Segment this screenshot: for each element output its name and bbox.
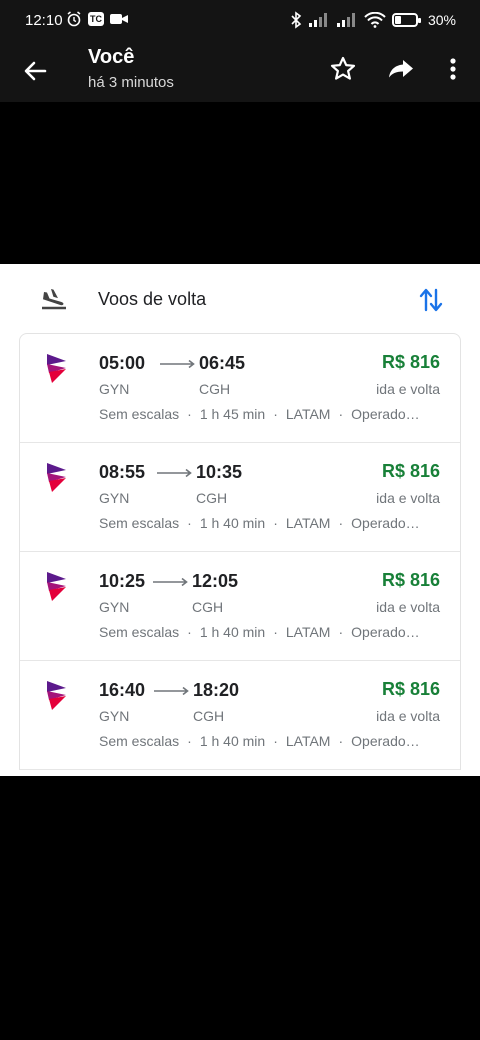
arrow-right-icon: [153, 577, 188, 587]
wifi-icon: [364, 12, 386, 28]
stops-text: Sem escalas: [99, 624, 180, 640]
flight-row[interactable]: 05:00 06:45 GYN CGH Sem escalas · 1 h 45 m…: [20, 334, 460, 443]
arrival-time: 12:05: [192, 571, 239, 591]
operator-text: Operado…: [351, 733, 420, 749]
price: R$ 816: [381, 461, 440, 481]
signal-2-icon: [336, 13, 355, 27]
arrival-airport: CGH: [196, 490, 228, 506]
battery-level: 30%: [427, 12, 456, 28]
operator-text: Operado…: [351, 406, 420, 422]
arrival-airport: CGH: [199, 381, 231, 397]
price: R$ 816: [381, 570, 440, 590]
airline-text: LATAM: [285, 624, 331, 640]
flights-panel: Voos de volta 05:00 06:45 GYN CGH Sem es…: [0, 264, 480, 776]
duration-text: 1 h 40 min: [199, 624, 266, 640]
flight-list: 05:00 06:45 GYN CGH Sem escalas · 1 h 45 m…: [19, 333, 461, 770]
arrival-time: 06:45: [199, 353, 246, 373]
status-time: 12:10: [25, 12, 63, 29]
arrow-right-icon: [157, 468, 192, 478]
signal-icon: [308, 13, 327, 27]
tc-badge-icon: TC: [88, 12, 104, 26]
alarm-icon: [67, 11, 81, 27]
flight-row[interactable]: 10:25 12:05 GYN CGH Sem escalas · 1 h 40 m…: [20, 552, 460, 661]
arrival-time: 18:20: [193, 680, 240, 700]
status-bar: 12:10 TC 30%: [0, 0, 480, 42]
flight-details: Sem escalas · 1 h 40 min · LATAM · Operado…: [99, 624, 420, 640]
flight-details: Sem escalas · 1 h 45 min · LATAM · Operado…: [99, 406, 420, 422]
departure-time: 08:55: [99, 462, 146, 482]
departure-time: 05:00: [99, 353, 146, 373]
airline-text: LATAM: [285, 406, 331, 422]
departure-time: 16:40: [99, 680, 146, 700]
flight-details: Sem escalas · 1 h 40 min · LATAM · Operado…: [99, 515, 420, 531]
arrow-back-icon[interactable]: [20, 56, 50, 86]
arrival-airport: CGH: [192, 599, 224, 615]
departure-airport: GYN: [99, 490, 130, 506]
return-flights-header: Voos de volta: [0, 264, 480, 334]
latam-logo-icon: [47, 681, 66, 710]
flight-row[interactable]: 08:55 10:35 GYN CGH Sem escalas · 1 h 40 m…: [20, 443, 460, 552]
bluetooth-icon: [291, 11, 302, 29]
arrow-right-icon: [154, 686, 189, 696]
section-label: Voos de volta: [98, 289, 207, 309]
departure-time: 10:25: [99, 571, 146, 591]
stops-text: Sem escalas: [99, 515, 180, 531]
stops-text: Sem escalas: [99, 733, 180, 749]
flight-row[interactable]: 16:40 18:20 GYN CGH Sem escalas · 1 h 40 m…: [20, 661, 460, 770]
airline-text: LATAM: [285, 515, 331, 531]
app-bar: Você há 3 minutos: [0, 42, 480, 102]
star-outline-icon[interactable]: [328, 54, 358, 84]
share-icon[interactable]: [386, 54, 416, 84]
battery-icon: [391, 13, 421, 27]
latam-logo-icon: [47, 463, 66, 492]
arrow-right-icon: [160, 359, 195, 369]
operator-text: Operado…: [351, 624, 420, 640]
stops-text: Sem escalas: [99, 406, 180, 422]
trip-type: ida e volta: [376, 599, 440, 615]
departure-airport: GYN: [99, 381, 130, 397]
flight-land-icon: [42, 289, 66, 310]
duration-text: 1 h 45 min: [199, 406, 266, 422]
more-vert-icon[interactable]: [438, 54, 468, 84]
video-camera-icon: [110, 14, 128, 24]
latam-logo-icon: [47, 572, 66, 601]
trip-type: ida e volta: [376, 490, 440, 506]
operator-text: Operado…: [351, 515, 420, 531]
page-subtitle: há 3 minutos: [88, 74, 174, 91]
trip-type: ida e volta: [376, 708, 440, 724]
duration-text: 1 h 40 min: [199, 515, 266, 531]
latam-logo-icon: [47, 354, 66, 383]
arrival-time: 10:35: [196, 462, 243, 482]
duration-text: 1 h 40 min: [199, 733, 266, 749]
price: R$ 816: [381, 352, 440, 372]
trip-type: ida e volta: [376, 381, 440, 397]
airline-text: LATAM: [285, 733, 331, 749]
price: R$ 816: [381, 679, 440, 699]
flight-details: Sem escalas · 1 h 40 min · LATAM · Operado…: [99, 733, 420, 749]
swap-vertical-icon[interactable]: [418, 286, 444, 314]
page-title: Você: [88, 46, 135, 68]
arrival-airport: CGH: [193, 708, 225, 724]
departure-airport: GYN: [99, 708, 130, 724]
departure-airport: GYN: [99, 599, 130, 615]
